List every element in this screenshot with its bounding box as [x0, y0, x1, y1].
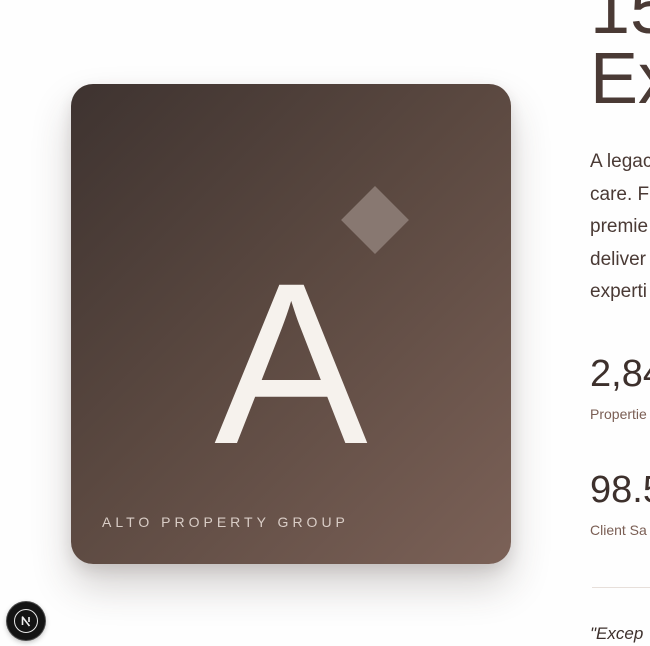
description-line: care. F [590, 183, 650, 205]
stat-properties: 2,84 Propertie [590, 354, 650, 422]
testimonial-quote: "Excep [590, 624, 644, 643]
stat-value: 2,84 [590, 353, 650, 395]
hero-title-line-1: 15 [590, 0, 650, 49]
description-line: deliver [590, 248, 646, 270]
stat-label: Propertie [590, 406, 647, 422]
brand-logo-card: A ALTO PROPERTY GROUP [71, 84, 511, 564]
page: A ALTO PROPERTY GROUP 15 Ex A legac care… [0, 0, 650, 646]
description-line: premie [590, 216, 649, 237]
stat-label: Client Sa [590, 522, 647, 538]
brand-name: ALTO PROPERTY GROUP [102, 514, 349, 530]
hero-title-line-2: Ex [590, 39, 650, 119]
stat-value: 98.5 [590, 469, 650, 511]
hero-content: 15 Ex A legac care. F premie deliver exp… [590, 0, 650, 646]
stat-client-satisfaction: 98.5 Client Sa [590, 470, 650, 538]
nextjs-logo-icon [14, 609, 38, 633]
hero-title: 15 Ex [590, 0, 650, 119]
nextjs-dev-indicator-button[interactable] [7, 602, 45, 640]
description-line: experti [590, 281, 648, 302]
hero-description: A legac care. F premie deliver experti [590, 146, 650, 309]
description-line: A legac [590, 151, 650, 172]
divider [592, 587, 650, 588]
